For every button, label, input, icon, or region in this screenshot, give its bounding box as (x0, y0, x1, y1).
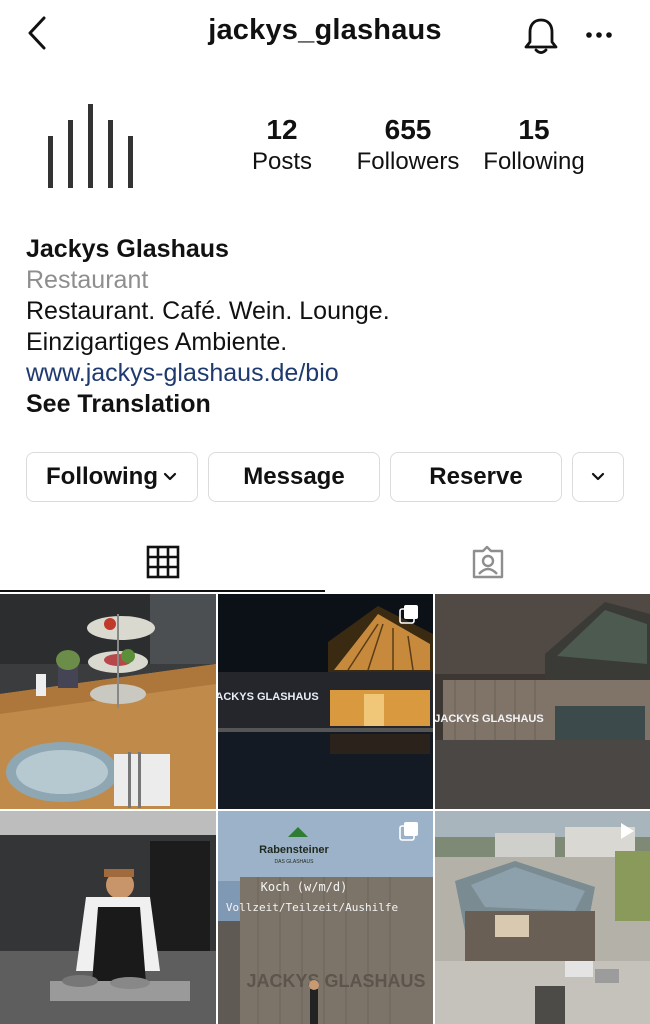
post-thumbnail-2[interactable]: JACKYS GLASHAUS (218, 594, 433, 809)
bio-line-1: Restaurant. Café. Wein. Lounge. (26, 297, 390, 325)
video-play-icon (621, 823, 634, 839)
bell-icon (524, 18, 558, 54)
message-button[interactable]: Message (208, 452, 380, 502)
stat-posts-label: Posts (251, 148, 313, 175)
post-image-table (0, 594, 216, 809)
post-thumbnail-6[interactable] (435, 811, 650, 1024)
more-options-button[interactable] (582, 18, 618, 52)
profile-name: Jackys Glashaus (26, 235, 229, 263)
multiple-posts-icon (399, 822, 418, 841)
stat-followers[interactable]: 655 Followers (348, 112, 468, 176)
post-image-dusk-building: JACKYS GLASHAUS (435, 594, 650, 809)
post-thumbnail-1[interactable] (0, 594, 216, 809)
notifications-button[interactable] (522, 16, 560, 56)
post-5-wall-text: JACKYS GLASHAUS (246, 971, 425, 991)
post-3-logo: JACKYS GLASHAUS (435, 713, 544, 725)
post-thumbnail-3[interactable]: JACKYS GLASHAUS (435, 594, 650, 809)
post-5-brand-sub: DAS GLASHAUS (275, 859, 315, 865)
bio-line-2: Einzigartiges Ambiente. (26, 328, 288, 356)
post-5-line-1: Koch (w/m/d) (261, 880, 348, 894)
stat-following-value: 15 (518, 114, 550, 145)
stat-posts-value: 12 (266, 114, 298, 145)
reserve-button-label: Reserve (429, 463, 523, 490)
post-thumbnail-5[interactable]: Rabensteiner DAS GLASHAUS Koch (w/m/d) V… (218, 811, 433, 1024)
stat-following-label: Following (483, 148, 585, 175)
bio-link[interactable]: www.jackys-glashaus.de/bio (26, 358, 390, 389)
active-tab-indicator (0, 590, 325, 592)
message-button-label: Message (243, 463, 345, 490)
stat-posts[interactable]: 12 Posts (232, 112, 332, 176)
multiple-posts-icon (399, 605, 418, 624)
post-image-chef (0, 811, 216, 1024)
chevron-down-icon (163, 472, 177, 481)
post-thumbnail-4[interactable] (0, 811, 216, 1024)
post-5-brand: Rabensteiner (259, 844, 329, 856)
stat-followers-value: 655 (384, 114, 432, 145)
reserve-button[interactable]: Reserve (390, 452, 562, 502)
more-icon (586, 32, 612, 38)
bio: Jackys Glashaus Restaurant Restaurant. C… (26, 234, 390, 420)
post-image-job-ad: Rabensteiner DAS GLASHAUS Koch (w/m/d) V… (218, 811, 433, 1024)
post-2-logo: JACKYS GLASHAUS (218, 691, 319, 703)
post-image-aerial (435, 811, 650, 1024)
chevron-down-icon (591, 472, 605, 481)
tagged-icon (472, 545, 503, 579)
profile-category: Restaurant (26, 266, 149, 294)
logo-bars-icon (48, 104, 133, 188)
following-button-label: Following (46, 463, 158, 490)
following-button[interactable]: Following (26, 452, 198, 502)
post-image-night-building: JACKYS GLASHAUS (218, 594, 433, 809)
stat-following[interactable]: 15 Following (474, 112, 594, 176)
tab-tagged[interactable] (325, 532, 650, 592)
post-5-line-2: Vollzeit/Teilzeit/Aushilfe (226, 901, 398, 914)
tab-posts-grid[interactable] (0, 532, 325, 592)
see-translation-link[interactable]: See Translation (26, 389, 390, 420)
suggested-accounts-button[interactable] (572, 452, 624, 502)
grid-icon (146, 545, 179, 579)
stat-followers-label: Followers (356, 148, 460, 175)
avatar[interactable] (40, 100, 150, 195)
